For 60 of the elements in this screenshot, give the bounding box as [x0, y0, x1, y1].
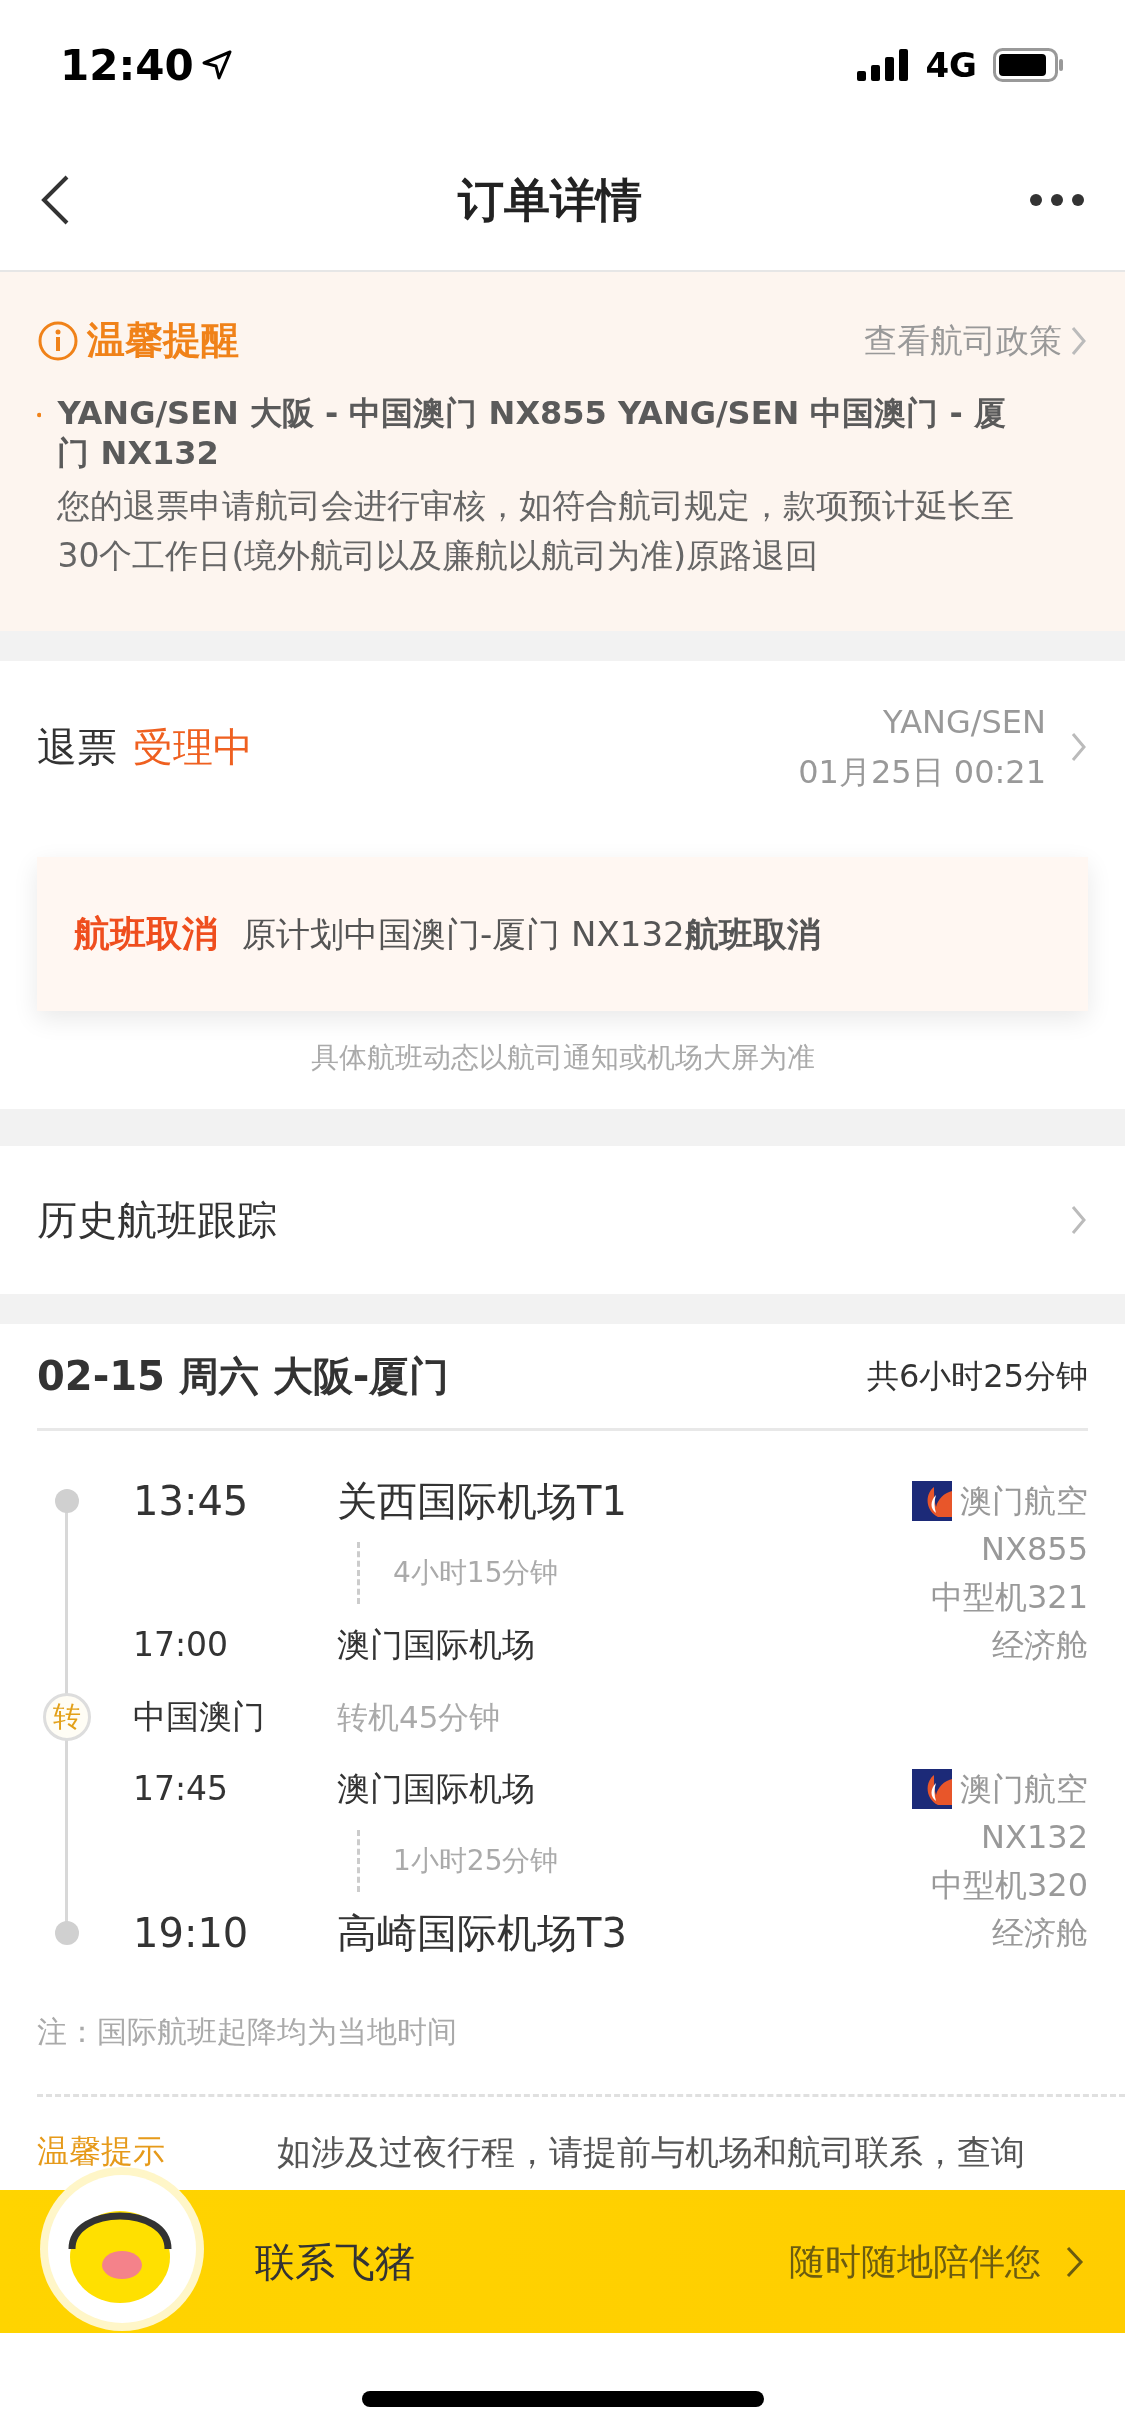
refund-time: 01月25日 00:21 [798, 752, 1046, 793]
refund-label: 退票 [37, 723, 117, 772]
timeline-dot [55, 1489, 79, 1513]
aircraft-type: 中型机321 [929, 1577, 1088, 1618]
battery-icon [993, 48, 1065, 82]
flight-time: 17:00 [132, 1624, 230, 1667]
trip-duration: 共6小时25分钟 [866, 1356, 1088, 1397]
notice-heading: YANG/SEN 大阪 - 中国澳门 NX855 YANG/SEN 中国澳门 - 厦门 NX132 [57, 393, 1007, 473]
cabin-class: 经济舱 [991, 1625, 1088, 1666]
transfer-badge: 转 [43, 1693, 91, 1741]
network-label: 4G [925, 43, 977, 87]
flight-duration: 4小时15分钟 [357, 1542, 559, 1604]
passenger-name: YANG/SEN [882, 702, 1046, 743]
airport-name: 澳门国际机场 [337, 1768, 535, 1811]
trip-title: 02-15 周六 大阪-厦门 [37, 1352, 450, 1401]
airline-logo-icon [912, 1769, 952, 1809]
back-button[interactable] [40, 174, 70, 226]
status-time: 12:40 [60, 39, 194, 92]
airport-name: 关西国际机场T1 [337, 1477, 627, 1526]
airline-logo-icon [912, 1481, 952, 1521]
airline-name: 澳门航空 [960, 1769, 1088, 1810]
transfer-wait: 转机45分钟 [337, 1697, 501, 1737]
chevron-right-icon [1065, 2244, 1085, 2279]
cabin-class: 经济舱 [991, 1913, 1088, 1954]
airline-name: 澳门航空 [960, 1481, 1088, 1522]
cancel-tag: 航班取消 [74, 907, 218, 961]
timeline-dot [55, 1921, 79, 1945]
mascot-avatar-icon [38, 2165, 206, 2333]
notice-title: 温馨提醒 [87, 317, 239, 364]
flight-status-note: 具体航班动态以航司通知或机场大屏为准 [309, 1040, 816, 1076]
transfer-city: 中国澳门 [132, 1696, 266, 1739]
flight-duration: 1小时25分钟 [357, 1830, 559, 1892]
airport-name: 高崎国际机场T3 [337, 1909, 627, 1958]
tip-text: 如涉及过夜行程，请提前与机场和航司联系，查询 [277, 2131, 1025, 2174]
airport-name: 澳门国际机场 [337, 1624, 535, 1667]
bullet-icon [37, 411, 42, 419]
contact-slogan: 随时随地陪伴您 [789, 2239, 1041, 2284]
more-button[interactable] [1029, 193, 1085, 207]
back-icon [40, 174, 70, 226]
chevron-right-icon [1070, 731, 1088, 763]
aircraft-type: 中型机320 [929, 1865, 1088, 1906]
more-icon [1029, 193, 1085, 207]
notice-text: 您的退票申请航司会进行审核，如符合航司规定，款项预计延长至30个工作日(境外航司以及廉航以航司为准)原路退回 [57, 485, 1016, 577]
flight-time: 13:45 [132, 1477, 250, 1526]
chevron-right-icon [1070, 324, 1088, 357]
tip-label: 温馨提示 [37, 2131, 166, 2172]
signal-icon [857, 49, 910, 81]
flight-time: 17:45 [132, 1768, 230, 1811]
history-row[interactable]: 历史航班跟踪 [0, 1146, 1125, 1294]
contact-label: 联系飞猪 [255, 2237, 415, 2287]
info-icon [37, 319, 79, 362]
cancel-message: 原计划中国澳门-厦门 NX132航班取消 [242, 912, 821, 956]
refund-status: 受理中 [133, 723, 253, 772]
flight-time: 19:10 [132, 1909, 250, 1958]
page-title: 订单详情 [457, 171, 642, 229]
flight-number: NX132 [980, 1817, 1088, 1858]
flight-number: NX855 [980, 1529, 1088, 1570]
chevron-right-icon [1070, 1204, 1088, 1236]
time-note: 注：国际航班起降均为当地时间 [37, 2013, 458, 2051]
location-arrow-icon [201, 50, 232, 80]
